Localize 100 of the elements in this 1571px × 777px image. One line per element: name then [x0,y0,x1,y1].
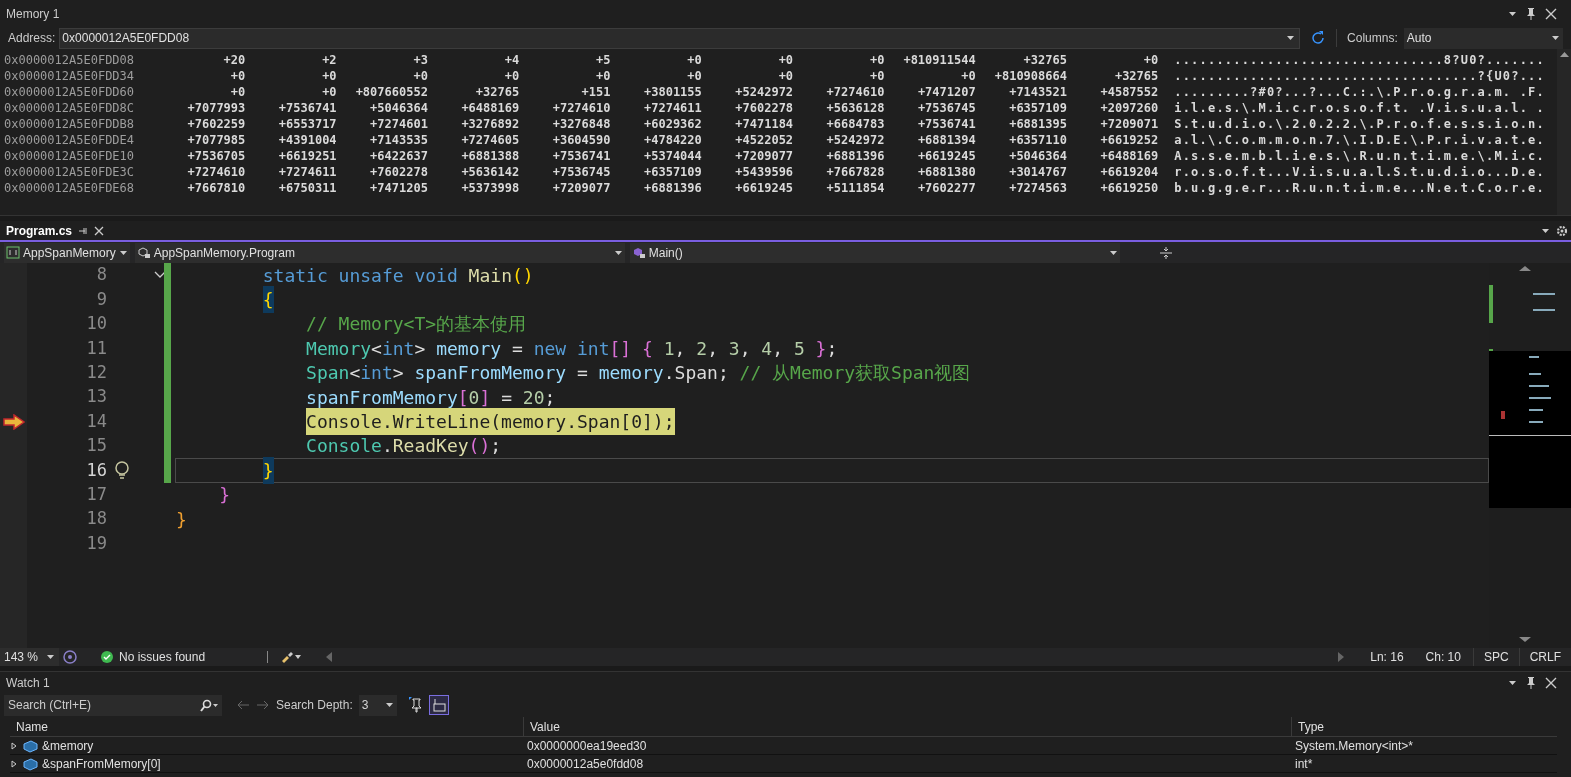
panel-title: Memory 1 [6,5,60,23]
memory-ascii-text: b.u.g.g.e.r...R.u.n.t.i.m.e...N.e.t.C.o.r.e. [1173,180,1545,197]
dropdown-caret-icon[interactable] [1508,679,1517,686]
navigation-dropdown[interactable]: AppSpanMemory [4,242,130,263]
pin-icon[interactable] [78,225,89,236]
zoom-dropdown[interactable]: 143 % [0,648,60,666]
close-icon[interactable] [1545,676,1557,689]
code-token: ; [826,336,838,361]
memory-value: +7274610 [551,100,611,117]
line-number: 18 [85,507,107,531]
memory-value: +7471205 [369,180,428,197]
settings-icon[interactable] [1556,224,1568,237]
memory-value: +7274605 [460,132,520,149]
code-token: Console [306,434,382,459]
columns-dropdown[interactable]: Auto [1403,27,1563,49]
code-token: = [500,385,513,410]
dropdown-caret-icon[interactable] [1541,227,1550,234]
column-header[interactable]: Value [523,717,1291,737]
navigation-dropdown[interactable]: AppSpanMemory.Program [134,242,625,263]
scroll-left-icon[interactable] [326,652,333,662]
memory-value: +7274601 [369,116,428,133]
memory-value: +151 [580,84,611,101]
memory-value: +7274611 [277,164,337,181]
code-token: 4 [761,336,773,361]
memory-value: +32765 [1022,52,1067,69]
memory-address: 0x0000012A5E0FDDB8 [4,116,136,133]
code-token: new int [533,336,610,361]
code-token: 2 [696,336,708,361]
memory-value: +32765 [474,84,520,101]
code-token: () [468,434,491,459]
address-field[interactable]: 0x0000012A5E0FDD08 [59,27,1301,49]
memory-value: +0 [686,68,702,85]
copilot-icon[interactable] [63,650,78,664]
memory-ascii-text: a.l.\.C.o.m.m.o.n.7.\.I.D.E.\.P.r.i.v.a.t.e. [1173,132,1545,149]
memory-value: +5 [595,52,611,69]
memory-value: +4 [503,52,520,69]
memory-value: +5374044 [643,148,702,165]
field-label: Columns: [1347,30,1398,47]
collapse-chevron-icon[interactable] [153,271,166,280]
memory-address: 0x0000012A5E0FDD08 [4,52,136,69]
code-token: , [674,336,687,361]
memory-value: +4522052 [734,132,794,149]
memory-value: +6881388 [460,148,520,165]
memory-value: +6881396 [825,148,885,165]
memory-value: +7143521 [1008,84,1067,101]
code-token: } [176,507,187,532]
scrollbar[interactable] [1557,49,1571,215]
column-header[interactable]: Name [10,717,523,737]
dropdown-caret-icon[interactable] [1286,35,1296,41]
forward-arrow-icon[interactable] [256,700,270,710]
code-token: < [349,361,361,386]
lightbulb-icon[interactable] [114,460,130,481]
scroll-right-icon[interactable] [1338,652,1345,662]
pin-icon[interactable] [408,697,423,713]
memory-address: 0x0000012A5E0FDD34 [4,68,136,85]
memory-value: +3014767 [1008,164,1067,181]
search-icon[interactable] [199,698,219,713]
code-token: { [641,336,653,361]
memory-value: +6029362 [643,116,702,133]
memory-value: +7536741 [277,100,337,117]
memory-value: +6357109 [1008,100,1067,117]
depth-dropdown[interactable]: 3 [358,694,397,716]
memory-value: +5439596 [734,164,794,181]
dropdown-caret-icon[interactable] [1508,10,1517,17]
memory-value: +0 [321,68,337,85]
search-field[interactable]: Search (Ctrl+E) [4,694,222,716]
memory-value: +6619251 [277,148,337,165]
field-label: Address: [8,30,56,47]
code-token: Span [306,361,350,386]
memory-value: +5046364 [369,100,428,117]
scroll-up-icon[interactable] [1559,51,1569,57]
code-token: > [414,336,427,361]
memory-value: +6881395 [1008,116,1067,133]
back-arrow-icon[interactable] [236,700,250,710]
memory-value: +7536745 [916,100,976,117]
memory-ascii-text: A.s.s.e.m.b.l.i.e.s.\.R.u.n.t.i.m.e.\.M.i.c. [1173,148,1545,165]
memory-value: +7143535 [369,132,428,149]
hex-display-button[interactable] [428,695,449,715]
close-icon[interactable] [94,225,105,236]
memory-ascii-text: .........?#0?...?...C.:.\.P.r.o.g.r.a.m. .F. [1173,84,1545,101]
line-number: 15 [85,434,107,458]
brush-icon[interactable] [280,651,303,663]
split-editor-icon[interactable] [1158,245,1173,260]
close-icon[interactable] [1545,7,1557,20]
issues-indicator[interactable]: No issues found [101,648,206,666]
memory-value: +6619245 [916,148,976,165]
code-token: 3 [728,336,740,361]
memory-value: +0 [229,68,246,85]
code-token: , [772,336,785,361]
code-token: () [511,263,534,288]
navigation-dropdown[interactable]: Main() [629,242,1120,263]
pin-icon[interactable] [1525,6,1537,21]
pin-icon[interactable] [1525,675,1537,690]
memory-value: +7209077 [734,148,794,165]
dropdown-caret-icon[interactable] [1551,35,1560,41]
memory-value: +0 [595,68,611,85]
code-token: Console.WriteLine(memory.Span[0]); [306,411,675,433]
csharp-file-icon [6,246,20,259]
memory-value: +6881394 [916,132,976,149]
column-header[interactable]: Type [1291,717,1557,737]
